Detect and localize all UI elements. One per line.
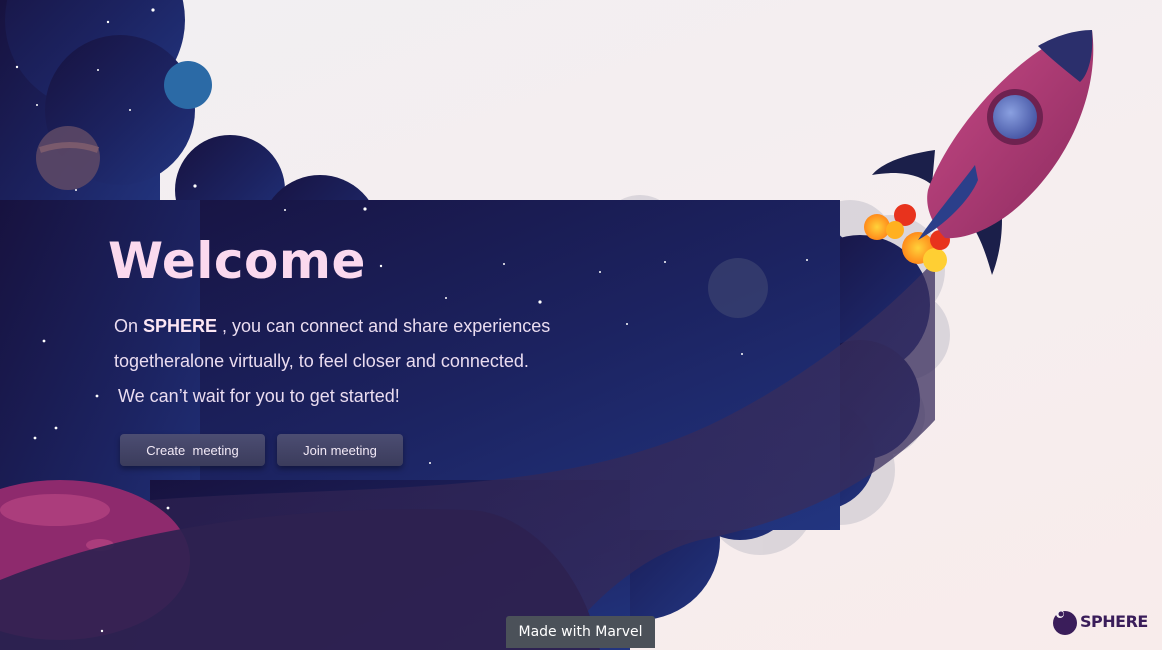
faint-moon	[708, 258, 768, 318]
intro-prefix: On	[114, 316, 144, 336]
sphere-logo[interactable]: SPHERE	[1052, 605, 1148, 637]
intro-suffix: , you can connect and share experiences	[217, 316, 551, 336]
sphere-logo-icon	[1053, 610, 1077, 635]
join-meeting-button[interactable]: Join meeting	[277, 434, 403, 466]
made-with-marvel-badge[interactable]: Made with Marvel	[506, 616, 655, 648]
moon-icon	[164, 61, 212, 109]
intro-line-1: On SPHERE , you can connect and share ex…	[114, 313, 584, 348]
welcome-heading: Welcome	[108, 232, 366, 290]
brand-name: SPHERE	[143, 316, 218, 336]
logo-text: SPHERE	[1080, 611, 1148, 631]
rocket-icon	[864, 30, 1094, 275]
create-meeting-button[interactable]: Create meeting	[120, 434, 265, 466]
intro-text: On SPHERE , you can connect and share ex…	[114, 313, 584, 418]
intro-line-3: We can’t wait for you to get started!	[118, 386, 400, 406]
planet-icon	[36, 126, 100, 190]
intro-line-2: togetheralone virtually, to feel closer …	[114, 351, 529, 371]
